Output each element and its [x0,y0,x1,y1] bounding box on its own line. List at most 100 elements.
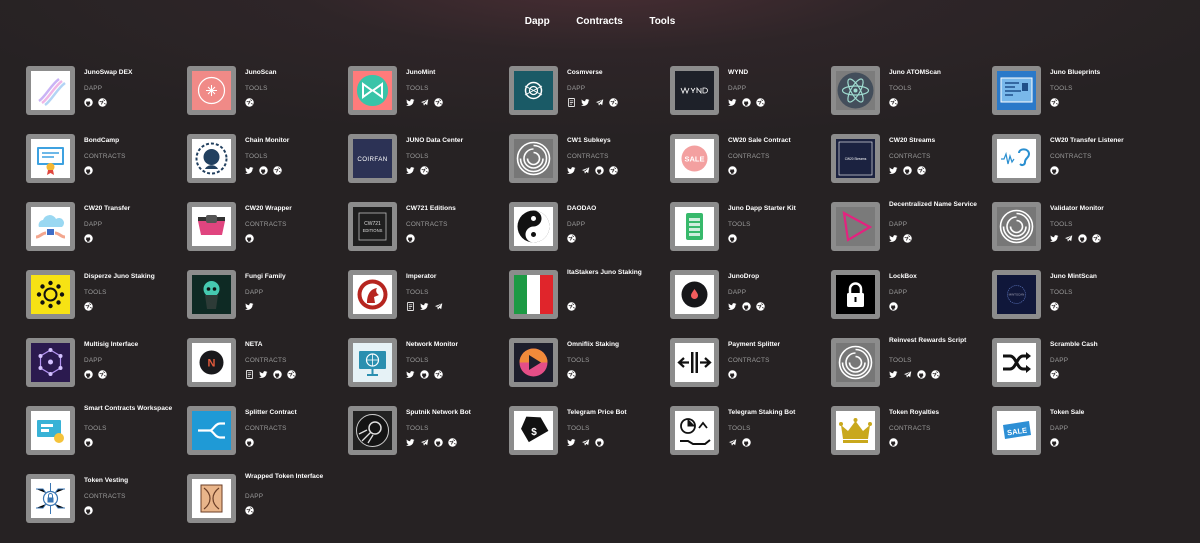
web-icon[interactable] [917,166,926,175]
project-name[interactable]: Smart Contracts Workspace [84,405,184,413]
project-name[interactable]: CW20 Sale Contract [728,137,828,145]
project-logo-frame[interactable] [992,134,1041,183]
project-card[interactable]: Juno Blueprints TOOLS [992,66,1153,134]
project-logo-frame[interactable]: COIRFAN [348,134,397,183]
project-logo-frame[interactable] [348,66,397,115]
web-icon[interactable] [420,166,429,175]
project-logo-frame[interactable] [348,406,397,455]
project-name[interactable]: Payment Splitter [728,341,828,349]
web-icon[interactable] [1050,98,1059,107]
project-logo-frame[interactable] [831,66,880,115]
github-icon[interactable] [1050,166,1059,175]
project-logo-frame[interactable] [670,202,719,251]
project-logo-frame[interactable]: SALE [670,134,719,183]
project-card[interactable]: Disperze Juno Staking TOOLS [26,270,187,338]
project-logo-frame[interactable] [509,134,558,183]
project-name[interactable]: Chain Monitor [245,137,345,145]
twitter-icon[interactable] [889,234,898,243]
project-name[interactable]: Omniflix Staking [567,341,667,349]
project-card[interactable]: Juno ATOMScan TOOLS [831,66,992,134]
project-logo-frame[interactable]: N [187,338,236,387]
twitter-icon[interactable] [889,166,898,175]
github-icon[interactable] [245,234,254,243]
project-logo-frame[interactable] [831,338,880,387]
project-logo-frame[interactable] [26,474,75,523]
project-logo-frame[interactable] [26,134,75,183]
project-name[interactable]: Juno Dapp Starter Kit [728,205,828,213]
project-name[interactable]: Juno ATOMScan [889,69,989,77]
project-name[interactable]: WYND [728,69,828,77]
project-card[interactable]: Scramble Cash DAPP [992,338,1153,406]
project-name[interactable]: ItaStakers Juno Staking [567,269,667,277]
project-logo-frame[interactable] [509,66,558,115]
project-name[interactable]: Juno MintScan [1050,273,1150,281]
project-logo-frame[interactable] [509,270,558,319]
web-icon[interactable] [84,302,93,311]
web-icon[interactable] [567,302,576,311]
twitter-icon[interactable] [581,98,590,107]
github-icon[interactable] [728,370,737,379]
project-card[interactable]: Token Vesting CONTRACTS [26,474,187,542]
project-name[interactable]: Token Sale [1050,409,1150,417]
telegram-icon[interactable] [420,98,429,107]
github-icon[interactable] [84,166,93,175]
project-card[interactable]: Decentralized Name Service DAPP [831,201,992,270]
web-icon[interactable] [931,370,940,379]
project-logo-frame[interactable] [670,338,719,387]
github-icon[interactable] [728,166,737,175]
project-name[interactable]: JunoScan [245,69,345,77]
github-icon[interactable] [903,166,912,175]
project-logo-frame[interactable] [992,202,1041,251]
project-card[interactable]: WYND DAPP [670,66,831,134]
project-card[interactable]: N NETA CONTRACTS [187,338,348,406]
project-logo-frame[interactable] [187,270,236,319]
web-icon[interactable] [98,370,107,379]
web-icon[interactable] [1050,302,1059,311]
project-logo-frame[interactable] [348,338,397,387]
project-name[interactable]: Juno Blueprints [1050,69,1150,77]
project-card[interactable]: $ Telegram Price Bot TOOLS [509,406,670,474]
project-card[interactable]: LockBox DAPP [831,270,992,338]
project-card[interactable]: SALE CW20 Sale Contract CONTRACTS [670,134,831,202]
project-logo-frame[interactable] [831,270,880,319]
github-icon[interactable] [742,98,751,107]
project-name[interactable]: Multisig Interface [84,341,184,349]
project-name[interactable]: CW721 Editions [406,205,506,213]
project-card[interactable]: Network Monitor TOOLS [348,338,509,406]
project-card[interactable]: SALE Token Sale DAPP [992,406,1153,474]
web-icon[interactable] [245,506,254,515]
web-icon[interactable] [756,302,765,311]
project-logo-frame[interactable] [26,338,75,387]
project-name[interactable]: Sputnik Network Bot [406,409,506,417]
project-logo-frame[interactable] [992,66,1041,115]
github-icon[interactable] [889,302,898,311]
project-logo-frame[interactable] [26,270,75,319]
twitter-icon[interactable] [245,166,254,175]
project-name[interactable]: DAODAO [567,205,667,213]
twitter-icon[interactable] [245,302,254,311]
github-icon[interactable] [728,234,737,243]
web-icon[interactable] [1092,234,1101,243]
project-card[interactable]: Cosmverse DAPP [509,66,670,134]
twitter-icon[interactable] [567,438,576,447]
project-name[interactable]: Fungi Family [245,273,345,281]
twitter-icon[interactable] [889,370,898,379]
project-logo-frame[interactable] [831,202,880,251]
web-icon[interactable] [98,98,107,107]
project-name[interactable]: Splitter Contract [245,409,345,417]
project-card[interactable]: JunoDrop DAPP [670,270,831,338]
telegram-icon[interactable] [581,438,590,447]
project-logo-frame[interactable] [187,474,236,523]
twitter-icon[interactable] [420,302,429,311]
project-name[interactable]: Imperator [406,273,506,281]
project-card[interactable]: BondCamp CONTRACTS [26,134,187,202]
docs-icon[interactable] [406,302,415,311]
github-icon[interactable] [84,370,93,379]
twitter-icon[interactable] [406,438,415,447]
github-icon[interactable] [84,506,93,515]
project-card[interactable]: Sputnik Network Bot TOOLS [348,406,509,474]
telegram-icon[interactable] [903,370,912,379]
project-name[interactable]: NETA [245,341,345,349]
twitter-icon[interactable] [1050,234,1059,243]
telegram-icon[interactable] [581,166,590,175]
